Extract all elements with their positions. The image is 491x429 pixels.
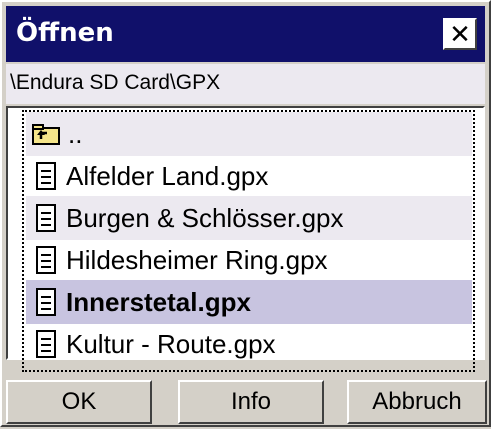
button-bar: OK Info Abbruch: [2, 374, 491, 429]
path-text: \Endura SD Card\GPX: [10, 71, 221, 94]
list-item-file[interactable]: Alfelder Land.gpx: [26, 154, 472, 198]
info-button[interactable]: Info: [178, 380, 324, 424]
ok-button[interactable]: OK: [6, 380, 152, 424]
current-path: \Endura SD Card\GPX: [6, 64, 485, 104]
cancel-button[interactable]: Abbruch: [347, 380, 487, 424]
open-dialog: Öffnen ✕ \Endura SD Card\GPX .. Alfelder…: [0, 0, 491, 427]
file-name: Burgen & Schlösser.gpx: [66, 202, 344, 233]
document-icon: [36, 288, 56, 316]
list-item-file-selected[interactable]: Innerstetal.gpx: [26, 280, 472, 324]
file-name: ..: [68, 118, 83, 149]
folder-up-icon: [32, 124, 60, 145]
close-button[interactable]: ✕: [443, 18, 477, 50]
list-item-file[interactable]: Burgen & Schlösser.gpx: [26, 196, 472, 240]
document-icon: [36, 162, 56, 190]
file-name: Alfelder Land.gpx: [66, 160, 269, 191]
file-name: Innerstetal.gpx: [66, 286, 251, 317]
title-bar: Öffnen ✕: [6, 6, 485, 62]
list-item-parent-folder[interactable]: ..: [26, 112, 472, 156]
list-item-file[interactable]: Kultur - Route.gpx: [26, 322, 472, 366]
file-name: Hildesheimer Ring.gpx: [66, 244, 328, 275]
list-item-file[interactable]: Hildesheimer Ring.gpx: [26, 238, 472, 282]
dialog-title: Öffnen: [16, 18, 114, 48]
file-name: Kultur - Route.gpx: [66, 328, 276, 359]
document-icon: [36, 246, 56, 274]
close-icon: ✕: [449, 19, 471, 49]
document-icon: [36, 204, 56, 232]
document-icon: [36, 330, 56, 358]
